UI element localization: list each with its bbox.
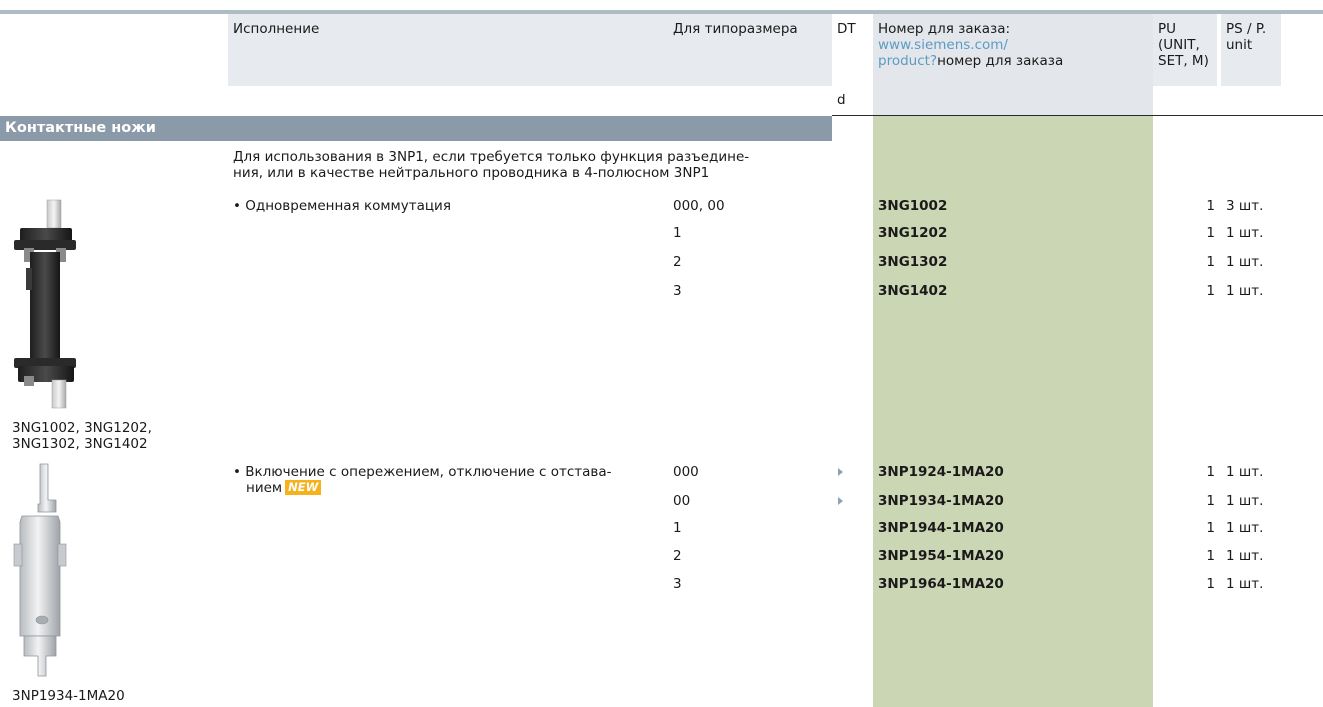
variant-lead-lag-line2: нием NEW — [246, 480, 322, 496]
delivery-time-arrow-icon — [838, 497, 843, 505]
column-header-pu: PU (UNIT, SET, M) — [1158, 21, 1209, 69]
pu-header-line3: SET, M) — [1158, 53, 1209, 69]
size-cell: 000 — [673, 464, 699, 480]
order-number[interactable]: 3NG1002 — [878, 198, 947, 214]
pu-cell: 1 — [1206, 520, 1215, 536]
size-cell: 00 — [673, 493, 691, 509]
pu-header-line1: PU — [1158, 21, 1177, 37]
contact-blade-3np-image — [13, 463, 67, 677]
order-header-placeholder: номер для заказа — [937, 53, 1064, 69]
size-cell: 3 — [673, 283, 682, 299]
column-header-ps: PS / P. unit — [1226, 21, 1266, 53]
column-header-order: Номер для заказа: www.siemens.com/ produ… — [878, 21, 1148, 69]
order-number[interactable]: 3NP1934-1MA20 — [878, 493, 1004, 509]
order-header-link[interactable]: www.siemens.com/ — [878, 37, 1148, 53]
size-cell: 2 — [673, 254, 682, 270]
order-header-link-tail[interactable]: product? — [878, 53, 937, 69]
image-caption-group1-line1: 3NG1002, 3NG1202, — [12, 420, 152, 436]
pu-header-line2: (UNIT, — [1158, 37, 1200, 53]
new-badge: NEW — [285, 480, 322, 495]
section-title: Контактные ножи — [0, 116, 832, 141]
order-header-line1: Номер для заказа: — [878, 21, 1011, 37]
order-number[interactable]: 3NG1402 — [878, 283, 947, 299]
pu-cell: 1 — [1206, 464, 1215, 480]
ps-cell: 1 шт. — [1226, 283, 1264, 299]
column-header-variant: Исполнение — [233, 21, 320, 37]
ps-cell: 1 шт. — [1226, 254, 1264, 270]
pu-cell: 1 — [1206, 254, 1215, 270]
variant-lead-lag-tail: нием — [246, 480, 283, 496]
column-header-size: Для типоразмера — [673, 21, 798, 37]
image-caption-group1-line2: 3NG1302, 3NG1402 — [12, 436, 148, 452]
variant-lead-lag: • Включение с опережением, отключение с … — [233, 464, 612, 480]
order-number[interactable]: 3NP1964-1MA20 — [878, 576, 1004, 592]
column-header-dt-sub: d — [837, 92, 846, 108]
pu-cell: 1 — [1206, 225, 1215, 241]
ps-cell: 1 шт. — [1226, 520, 1264, 536]
order-number[interactable]: 3NP1924-1MA20 — [878, 464, 1004, 480]
order-number[interactable]: 3NG1302 — [878, 254, 947, 270]
pu-cell: 1 — [1206, 283, 1215, 299]
column-header-dt: DT — [837, 21, 856, 37]
image-caption-group2: 3NP1934-1MA20 — [12, 688, 125, 704]
size-cell: 3 — [673, 576, 682, 592]
pu-cell: 1 — [1206, 493, 1215, 509]
order-number[interactable]: 3NP1954-1MA20 — [878, 548, 1004, 564]
ps-cell: 1 шт. — [1226, 493, 1264, 509]
pu-cell: 1 — [1206, 548, 1215, 564]
order-header-line3: product?номер для заказа — [878, 53, 1148, 69]
section-description-line1: Для использования в 3NP1, если требуется… — [233, 149, 750, 165]
order-number[interactable]: 3NG1202 — [878, 225, 947, 241]
size-cell: 1 — [673, 225, 682, 241]
size-cell: 1 — [673, 520, 682, 536]
pu-cell: 1 — [1206, 576, 1215, 592]
ps-header-line2: unit — [1226, 37, 1253, 53]
ps-cell: 1 шт. — [1226, 225, 1264, 241]
ps-cell: 1 шт. — [1226, 548, 1264, 564]
contact-blade-3ng-image — [14, 199, 76, 409]
order-number[interactable]: 3NP1944-1MA20 — [878, 520, 1004, 536]
variant-simultaneous: • Одновременная коммутация — [233, 198, 451, 214]
ps-cell: 1 шт. — [1226, 464, 1264, 480]
size-cell: 2 — [673, 548, 682, 564]
size-cell: 000, 00 — [673, 198, 725, 214]
delivery-time-arrow-icon — [838, 468, 843, 476]
ps-cell: 3 шт. — [1226, 198, 1264, 214]
pu-cell: 1 — [1206, 198, 1215, 214]
ps-cell: 1 шт. — [1226, 576, 1264, 592]
header-rule — [832, 115, 1323, 116]
ps-header-line1: PS / P. — [1226, 21, 1267, 37]
section-description-line2: ния, или в качестве нейтрального проводн… — [233, 165, 710, 181]
